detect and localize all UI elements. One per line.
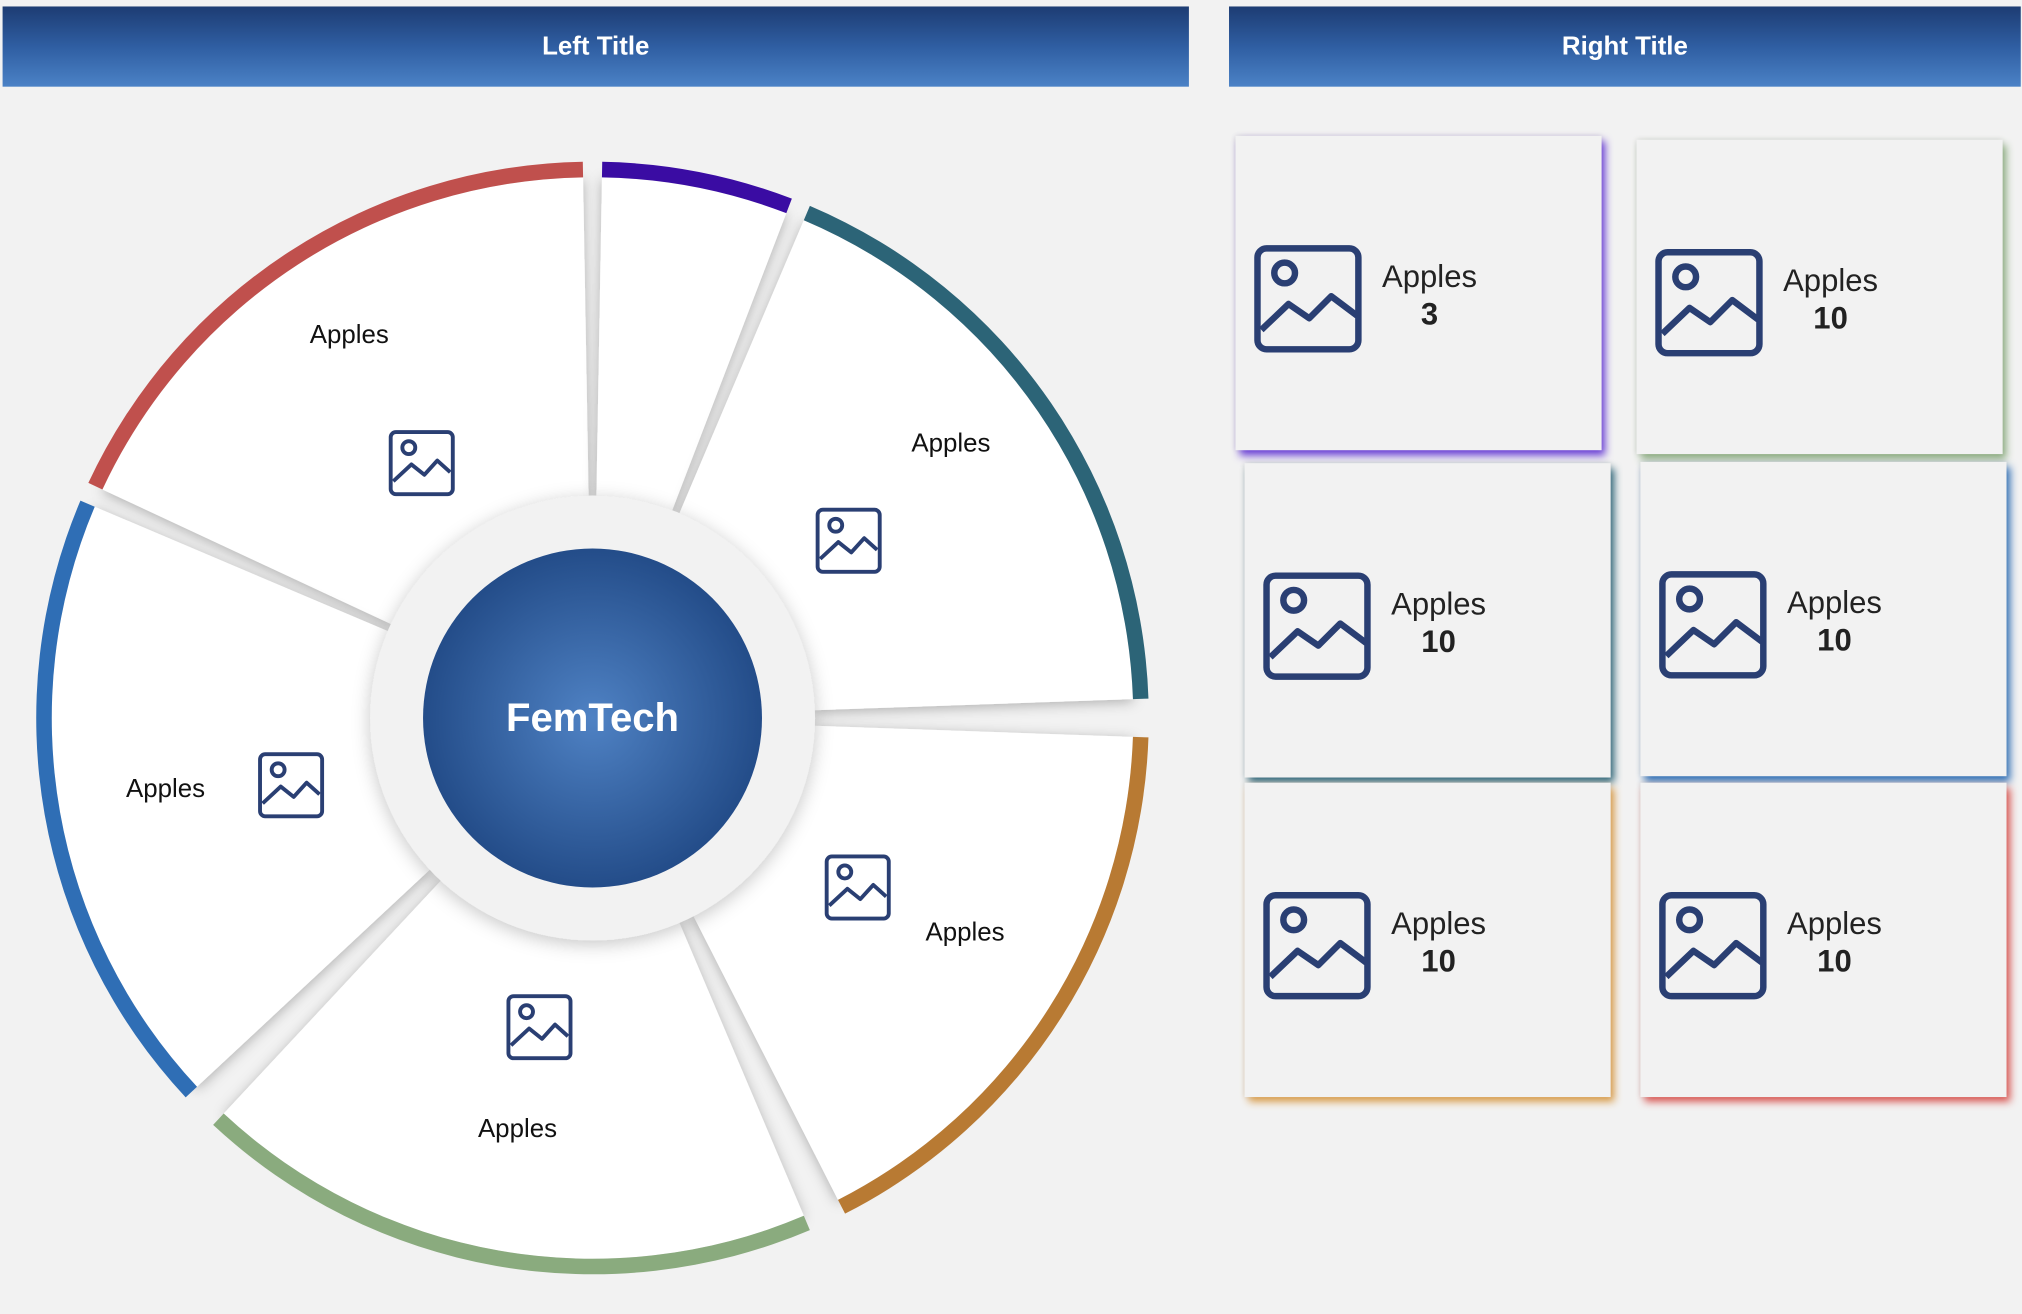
tile-value: 10 xyxy=(1813,301,1848,337)
stat-tile[interactable]: Apples 10 xyxy=(1244,782,1611,1098)
right-title-bar: Right Title xyxy=(1229,6,2021,87)
tile-label: Apples xyxy=(1391,906,1487,942)
tile-label: Apples xyxy=(1783,263,1879,299)
stat-tile[interactable]: Apples 10 xyxy=(1244,463,1611,778)
hub-label: FemTech xyxy=(506,696,679,740)
segment-label: Apples xyxy=(478,1115,557,1143)
stat-tile[interactable]: Apples 10 xyxy=(1636,139,2003,455)
image-placeholder-icon xyxy=(1659,571,1767,679)
tile-label: Apples xyxy=(1786,906,1882,942)
right-title: Right Title xyxy=(1561,31,1688,61)
segment-label: Apples xyxy=(926,919,1005,947)
segment-label: Apples xyxy=(911,430,990,458)
image-placeholder-icon xyxy=(1263,892,1371,1000)
segment-label: Apples xyxy=(310,321,389,349)
left-title-bar: Left Title xyxy=(2,6,1189,87)
dashboard: Left Title Right Title Apples Apples Apple… xyxy=(0,0,2022,1314)
segment-wheel: Apples Apples Apples Apples Apples FemTech xyxy=(36,161,1149,1275)
tile-label: Apples xyxy=(1382,260,1478,295)
stat-tile[interactable]: Apples 10 xyxy=(1640,461,2007,777)
tile-value: 10 xyxy=(1817,944,1852,980)
segment-label: Apples xyxy=(126,775,205,803)
stat-tile[interactable]: Apples 3 xyxy=(1235,135,1602,451)
tile-value: 10 xyxy=(1421,624,1456,660)
image-placeholder-icon xyxy=(1263,572,1371,680)
tile-value: 10 xyxy=(1817,623,1852,659)
stat-tile[interactable]: Apples 10 xyxy=(1640,782,2007,1098)
tile-value: 10 xyxy=(1421,944,1456,980)
image-placeholder-icon xyxy=(1254,245,1362,353)
tile-label: Apples xyxy=(1391,587,1487,623)
tile-label: Apples xyxy=(1786,586,1882,621)
image-placeholder-icon xyxy=(1655,249,1763,357)
tile-value: 3 xyxy=(1420,297,1439,333)
left-title: Left Title xyxy=(542,31,650,61)
image-placeholder-icon xyxy=(1659,892,1767,1000)
canvas: Left Title Right Title Apples Apples Apple… xyxy=(0,0,2022,1314)
